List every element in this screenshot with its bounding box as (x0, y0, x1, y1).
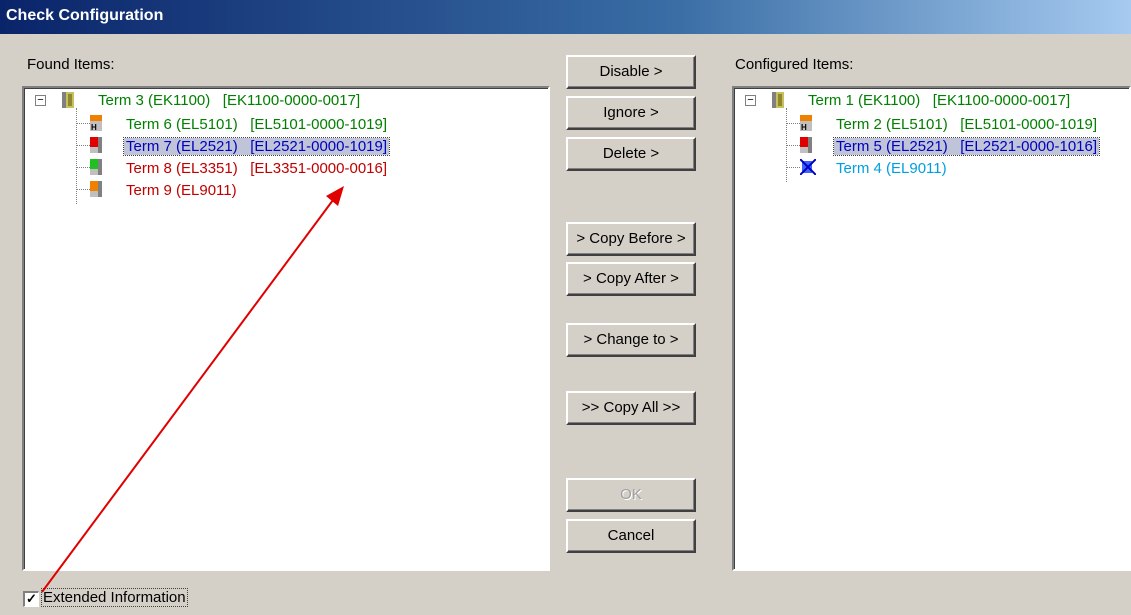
tree-line (76, 145, 90, 146)
copy-after-button[interactable]: > Copy After > (566, 262, 696, 296)
found-items-list[interactable]: − Term 3 (EK1100) [EK1100-0000-0017] H T… (22, 86, 550, 571)
coupler-icon (772, 92, 784, 108)
ok-button[interactable]: OK (566, 478, 696, 512)
disable-button[interactable]: Disable > (566, 55, 696, 89)
power-terminal-icon (90, 181, 102, 197)
checkmark-icon: ✓ (26, 591, 37, 606)
found-item-term9[interactable]: Term 9 (EL9011) (126, 180, 237, 202)
tree-line (786, 167, 800, 168)
encoder-terminal-icon: H (800, 115, 812, 132)
found-item-term3[interactable]: Term 3 (EK1100) [EK1100-0000-0017] (98, 90, 360, 112)
configured-items-label: Configured Items: (735, 56, 854, 73)
extended-information-label[interactable]: Extended Information (41, 588, 188, 607)
found-item-term8[interactable]: Term 8 (EL3351) [EL3351-0000-0016] (126, 158, 387, 180)
configured-item-term2[interactable]: Term 2 (EL5101) [EL5101-0000-1019] (836, 114, 1097, 136)
svg-text:H: H (91, 123, 97, 131)
missing-terminal-icon (799, 158, 817, 176)
window-title: Check Configuration (6, 7, 164, 24)
title-bar: Check Configuration (0, 0, 1131, 34)
copy-all-button[interactable]: >> Copy All >> (566, 391, 696, 425)
analog-terminal-icon (90, 159, 102, 175)
coupler-icon (62, 92, 74, 108)
found-item-term6[interactable]: Term 6 (EL5101) [EL5101-0000-1019] (126, 114, 387, 136)
configured-item-term4[interactable]: Term 4 (EL9011) (836, 158, 947, 180)
tree-line (786, 123, 800, 124)
tree-line (76, 189, 90, 190)
collapse-icon[interactable]: − (35, 95, 46, 106)
output-terminal-icon (90, 137, 102, 153)
collapse-icon[interactable]: − (745, 95, 756, 106)
delete-button[interactable]: Delete > (566, 137, 696, 171)
tree-line (76, 167, 90, 168)
configured-item-term5[interactable]: Term 5 (EL2521) [EL2521-0000-1016] (832, 136, 1101, 158)
extended-information-checkbox[interactable]: ✓ (23, 591, 39, 607)
copy-before-button[interactable]: > Copy Before > (566, 222, 696, 256)
cancel-button[interactable]: Cancel (566, 519, 696, 553)
change-to-button[interactable]: > Change to > (566, 323, 696, 357)
encoder-terminal-icon: H (90, 115, 102, 132)
svg-text:H: H (801, 123, 807, 131)
configured-item-term1[interactable]: Term 1 (EK1100) [EK1100-0000-0017] (808, 90, 1070, 112)
found-item-term7[interactable]: Term 7 (EL2521) [EL2521-0000-1019] (122, 136, 391, 158)
output-terminal-icon (800, 137, 812, 153)
tree-line (76, 123, 90, 124)
tree-line (786, 145, 800, 146)
ignore-button[interactable]: Ignore > (566, 96, 696, 130)
found-items-label: Found Items: (27, 56, 115, 73)
configured-items-list[interactable]: − Term 1 (EK1100) [EK1100-0000-0017] H T… (732, 86, 1131, 571)
